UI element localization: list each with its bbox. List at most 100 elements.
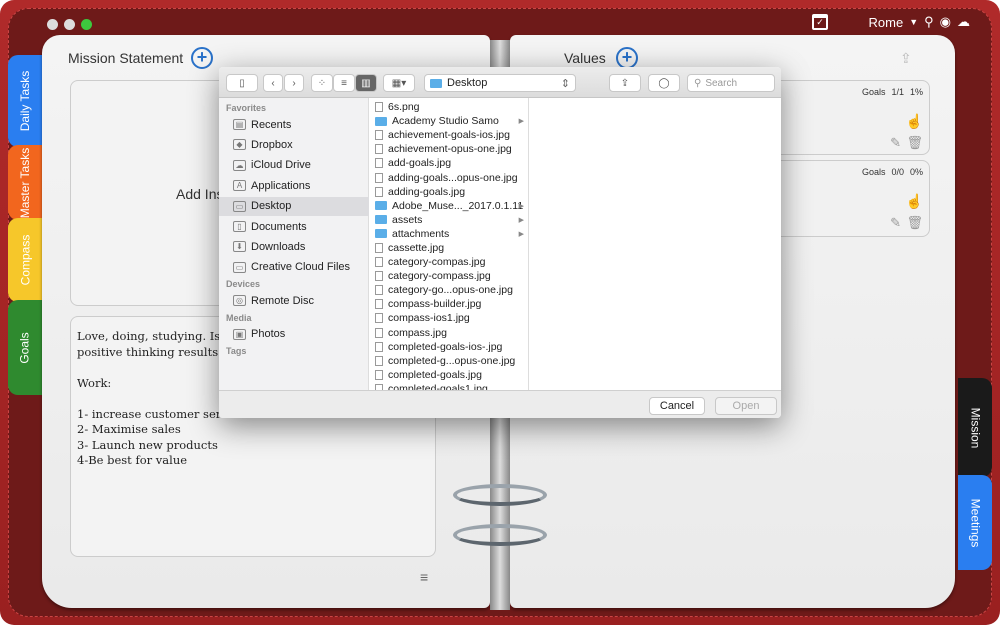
share-button[interactable]: ⇪ xyxy=(609,74,641,92)
location-selector[interactable]: Rome xyxy=(869,15,904,30)
tab-daily-tasks[interactable]: Daily Tasks xyxy=(8,55,42,147)
chevron-updown-icon: ⇕ xyxy=(560,77,570,90)
sidebar-item-dropbox[interactable]: ◆ Dropbox xyxy=(219,135,369,154)
file-name: category-compas.jpg xyxy=(388,256,486,269)
cloud-icon[interactable]: ☁ xyxy=(957,14,970,30)
sidebar-item-label: Remote Disc xyxy=(251,294,314,307)
sidebar-item-desktop[interactable]: ▭ Desktop xyxy=(219,196,369,216)
file-item[interactable]: compass.jpg xyxy=(369,326,528,340)
tab-label: Goals xyxy=(17,331,32,364)
file-item[interactable]: category-go...opus-one.jpg xyxy=(369,283,528,297)
documents-icon: ▯ xyxy=(233,221,246,232)
sidebar-item-photos[interactable]: ▣ Photos xyxy=(219,325,369,344)
tab-label: Compass xyxy=(18,234,32,286)
file-name: adding-goals.jpg xyxy=(388,185,466,198)
tab-meetings[interactable]: Meetings xyxy=(958,475,992,570)
sidebar-item-documents[interactable]: ▯ Documents xyxy=(219,217,369,236)
tab-label: Mission xyxy=(968,407,982,448)
file-item[interactable]: adding-goals.jpg xyxy=(369,185,528,199)
eye-icon[interactable]: ◉ xyxy=(940,14,951,30)
page-title: Values xyxy=(564,50,606,66)
trash-icon[interactable]: 🗑 xyxy=(906,135,923,151)
open-button[interactable]: Open xyxy=(715,397,777,415)
folder-item[interactable]: assets ▶ xyxy=(369,213,528,227)
dialog-toolbar: ▯ ‹ › ⁘ ≡ ▥ ▦▾ Desktop ⇕ ⇪ ◯ ⚲ Search xyxy=(219,67,781,98)
file-item[interactable]: category-compass.jpg xyxy=(369,269,528,283)
open-file-dialog: ▯ ‹ › ⁘ ≡ ▥ ▦▾ Desktop ⇕ ⇪ ◯ ⚲ Search Favo… xyxy=(219,67,781,418)
sidebar-toggle-button[interactable]: ▯ xyxy=(226,74,258,92)
creative-cloud-files-icon: ▭ xyxy=(233,261,246,273)
menu-icon[interactable]: ≡ xyxy=(420,570,436,584)
recents-icon: ▤ xyxy=(233,119,246,130)
goals-count: 1/1 xyxy=(891,87,904,97)
file-item[interactable]: achievement-goals-ios.jpg xyxy=(369,128,528,142)
forward-button[interactable]: › xyxy=(284,74,304,92)
tab-goals[interactable]: Goals xyxy=(8,300,42,395)
drag-hand-icon[interactable]: ☝ xyxy=(906,113,923,130)
folder-item[interactable]: Academy Studio Samo ▶ xyxy=(369,114,528,128)
file-item[interactable]: cassette.jpg xyxy=(369,241,528,255)
minimize-window-button[interactable] xyxy=(64,19,75,30)
file-item[interactable]: adding-goals...opus-one.jpg xyxy=(369,170,528,184)
disclosure-arrow-icon: ▶ xyxy=(518,118,524,126)
edit-pen-icon[interactable]: ✎ xyxy=(890,215,901,231)
file-icon xyxy=(375,257,383,268)
group-by-button[interactable]: ▦▾ xyxy=(383,74,415,92)
file-name: Adobe_Muse..._2017.0.1.11 xyxy=(392,199,524,212)
sidebar-item-remote-disc[interactable]: ◎ Remote Disc xyxy=(219,291,369,310)
chevron-down-icon[interactable]: ▼ xyxy=(909,17,918,27)
tag-button[interactable]: ◯ xyxy=(648,74,680,92)
column-view-button[interactable]: ▥ xyxy=(355,74,377,92)
folder-item[interactable]: attachments ▶ xyxy=(369,227,528,241)
file-name: compass.jpg xyxy=(388,326,447,339)
tab-compass[interactable]: Compass xyxy=(8,218,42,302)
file-item[interactable]: completed-goals.jpg xyxy=(369,368,528,382)
mission-note-text: Love, doing, studying. Is positive think… xyxy=(77,329,222,467)
binder-ring xyxy=(453,484,547,506)
file-item[interactable]: category-compas.jpg xyxy=(369,255,528,269)
sidebar-item-icloud-drive[interactable]: ☁ iCloud Drive xyxy=(219,156,369,175)
tab-mission[interactable]: Mission xyxy=(958,378,992,477)
sidebar-item-recents[interactable]: ▤ Recents xyxy=(219,115,369,134)
tab-label: Daily Tasks xyxy=(18,70,32,132)
sidebar-item-applications[interactable]: A Applications xyxy=(219,176,369,195)
search-icon[interactable]: ⚲ xyxy=(924,14,934,30)
calendar-icon[interactable]: ✓ xyxy=(812,14,828,30)
sidebar-item-label: Creative Cloud Files xyxy=(251,261,351,274)
file-item[interactable]: add-goals.jpg xyxy=(369,156,528,170)
goals-label: Goals xyxy=(861,87,886,97)
close-window-button[interactable] xyxy=(47,19,58,30)
file-item[interactable]: completed-goals1.jpg xyxy=(369,382,528,390)
file-name: completed-goals-ios-.jpg xyxy=(388,340,503,353)
file-icon xyxy=(375,144,383,155)
search-input[interactable]: ⚲ Search xyxy=(687,74,775,92)
list-view-button[interactable]: ≡ xyxy=(333,74,355,92)
tab-master-tasks[interactable]: Master Tasks xyxy=(8,145,42,220)
file-item[interactable]: 6s.png xyxy=(369,100,528,114)
add-value-button[interactable]: + xyxy=(616,47,638,69)
sidebar-item-label: Recents xyxy=(251,118,292,131)
cancel-button[interactable]: Cancel xyxy=(649,397,705,415)
file-item[interactable]: completed-g...opus-one.jpg xyxy=(369,354,528,368)
folder-item[interactable]: Adobe_Muse..._2017.0.1.11 ▶ xyxy=(369,199,528,213)
trash-icon[interactable]: 🗑 xyxy=(906,215,923,231)
file-item[interactable]: completed-goals-ios-.jpg xyxy=(369,340,528,354)
sidebar-item-downloads[interactable]: ⬇ Downloads xyxy=(219,237,369,256)
file-item[interactable]: compass-builder.jpg xyxy=(369,297,528,311)
folder-icon xyxy=(430,78,442,88)
sidebar-section-header: Tags xyxy=(226,346,247,356)
file-item[interactable]: achievement-opus-one.jpg xyxy=(369,142,528,156)
location-dropdown[interactable]: Desktop ⇕ xyxy=(424,74,576,92)
file-item[interactable]: compass-ios1.jpg xyxy=(369,311,528,325)
zoom-window-button[interactable] xyxy=(81,19,92,30)
back-button[interactable]: ‹ xyxy=(263,74,283,92)
icon-view-button[interactable]: ⁘ xyxy=(311,74,333,92)
add-mission-button[interactable]: + xyxy=(191,47,213,69)
sidebar-item-creative-cloud-files[interactable]: ▭ Creative Cloud Files xyxy=(219,258,369,277)
file-name: achievement-goals-ios.jpg xyxy=(388,129,510,142)
drag-hand-icon[interactable]: ☝ xyxy=(906,193,923,210)
disclosure-arrow-icon: ▶ xyxy=(518,230,524,238)
edit-pen-icon[interactable]: ✎ xyxy=(890,135,901,151)
dropbox-icon: ◆ xyxy=(233,139,246,151)
share-icon[interactable]: ⇪ xyxy=(900,50,912,67)
